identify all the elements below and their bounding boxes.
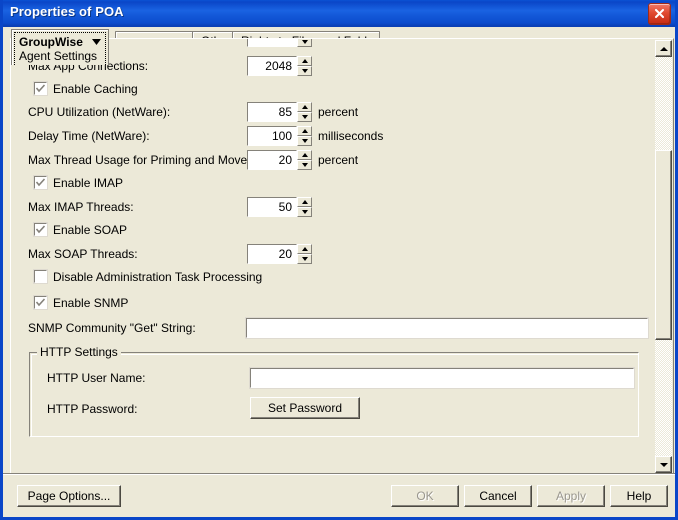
spinner-max-imap-threads[interactable] xyxy=(297,197,312,217)
input-max-imap-threads[interactable]: 50 xyxy=(247,197,297,217)
label-http-password: HTTP Password: xyxy=(47,402,138,416)
checkmark-icon xyxy=(36,225,45,234)
checkbox-label: Enable Caching xyxy=(53,82,138,96)
spinner-max-app-connections[interactable] xyxy=(297,56,312,76)
label-http-user-name: HTTP User Name: xyxy=(47,371,146,385)
checkbox-box xyxy=(33,269,48,284)
spinner-down-icon[interactable] xyxy=(297,136,312,146)
set-password-button[interactable]: Set Password xyxy=(250,397,360,419)
group-http-settings-title: HTTP Settings xyxy=(37,345,121,359)
title-bar: Properties of POA xyxy=(3,0,675,27)
ok-button[interactable]: OK xyxy=(391,485,459,507)
spinner-up-icon[interactable] xyxy=(297,126,312,136)
input-max-app-connections[interactable]: 2048 xyxy=(247,56,297,76)
input-max-thread-usage[interactable]: 20 xyxy=(247,150,297,170)
spinner-up-icon[interactable] xyxy=(297,244,312,254)
tab-groupwise[interactable]: GroupWise Agent Settings xyxy=(11,29,109,65)
cancel-button[interactable]: Cancel xyxy=(464,485,532,507)
checkmark-icon xyxy=(36,298,45,307)
unit-delay-time: milliseconds xyxy=(318,129,384,143)
spinner-down-icon[interactable] xyxy=(297,207,312,217)
scrollbar-up-button[interactable] xyxy=(655,40,672,57)
spinner-down-icon[interactable] xyxy=(297,39,312,47)
close-button[interactable] xyxy=(648,3,671,25)
label-max-imap-threads: Max IMAP Threads: xyxy=(28,200,134,214)
checkbox-box xyxy=(33,175,48,190)
unit-cpu-utilization: percent xyxy=(318,105,359,119)
clipped-field-above[interactable] xyxy=(247,39,297,47)
scrollbar-thumb[interactable] xyxy=(655,150,672,340)
scroll-viewport: Max App Connections: 2048 Enable Caching… xyxy=(11,39,673,439)
spinner-up-icon[interactable] xyxy=(297,102,312,112)
input-max-soap-threads[interactable]: 20 xyxy=(247,244,297,264)
spinner-down-icon[interactable] xyxy=(297,254,312,264)
checkmark-icon xyxy=(36,178,45,187)
checkbox-label: Enable SOAP xyxy=(53,223,128,237)
input-cpu-utilization[interactable]: 85 xyxy=(247,102,297,122)
spinner-down-icon[interactable] xyxy=(297,160,312,170)
clipped-field-above-spinner[interactable] xyxy=(297,39,312,47)
checkbox-box xyxy=(33,222,48,237)
checkbox-label: Disable Administration Task Processing xyxy=(53,270,263,284)
help-button[interactable]: Help xyxy=(610,485,668,507)
vertical-scrollbar[interactable] xyxy=(655,40,672,473)
spinner-down-icon[interactable] xyxy=(297,66,312,76)
spinner-delay-time[interactable] xyxy=(297,126,312,146)
properties-dialog: Properties of POA GroupWise Agent Settin… xyxy=(0,0,678,520)
page-options-button[interactable]: Page Options... xyxy=(17,485,121,507)
content-panel: Max App Connections: 2048 Enable Caching… xyxy=(10,38,674,475)
checkbox-label: Enable IMAP xyxy=(53,176,124,190)
spinner-max-thread-usage[interactable] xyxy=(297,150,312,170)
input-http-user-name[interactable] xyxy=(249,367,635,389)
spinner-up-icon[interactable] xyxy=(297,56,312,66)
input-snmp-community-string[interactable] xyxy=(245,317,649,339)
spinner-max-soap-threads[interactable] xyxy=(297,244,312,264)
scrollbar-down-button[interactable] xyxy=(655,456,672,473)
chevron-down-icon xyxy=(92,34,102,48)
checkmark-icon xyxy=(36,84,45,93)
window-title: Properties of POA xyxy=(10,4,124,19)
group-http-settings: HTTP Settings xyxy=(29,345,639,437)
dialog-footer: Page Options... OK Cancel Apply Help xyxy=(3,473,675,517)
label-cpu-utilization: CPU Utilization (NetWare): xyxy=(28,105,171,119)
label-delay-time: Delay Time (NetWare): xyxy=(28,129,150,143)
label-snmp-community-string: SNMP Community "Get" String: xyxy=(28,321,196,335)
checkbox-box xyxy=(33,81,48,96)
tab-groupwise-title: GroupWise xyxy=(19,34,102,49)
label-max-thread-usage: Max Thread Usage for Priming and Moves: xyxy=(28,153,257,167)
input-delay-time[interactable]: 100 xyxy=(247,126,297,146)
apply-button[interactable]: Apply xyxy=(537,485,605,507)
tab-groupwise-sublabel: Agent Settings xyxy=(19,49,98,63)
checkbox-label: Enable SNMP xyxy=(53,296,129,310)
footer-divider xyxy=(3,473,675,475)
spinner-up-icon[interactable] xyxy=(297,197,312,207)
tab-groupwise-label: GroupWise xyxy=(19,35,83,49)
spinner-down-icon[interactable] xyxy=(297,112,312,122)
spinner-up-icon[interactable] xyxy=(297,150,312,160)
checkbox-box xyxy=(33,295,48,310)
label-max-soap-threads: Max SOAP Threads: xyxy=(28,247,138,261)
unit-max-thread-usage: percent xyxy=(318,153,359,167)
spinner-cpu-utilization[interactable] xyxy=(297,102,312,122)
close-icon xyxy=(654,8,665,19)
